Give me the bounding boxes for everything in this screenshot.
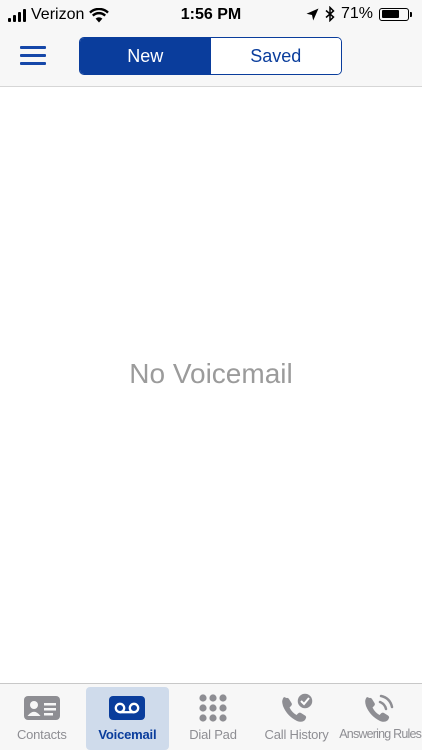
- voicemail-segmented-control: New Saved: [79, 37, 342, 75]
- tab-contacts[interactable]: Contacts: [0, 684, 84, 750]
- hamburger-menu-icon[interactable]: [20, 46, 46, 66]
- tab-label: Contacts: [16, 727, 67, 742]
- tab-bar: Contacts Voicemail Dial Pad Call History…: [0, 683, 422, 750]
- bluetooth-icon: [325, 6, 335, 22]
- battery-icon: [379, 7, 412, 21]
- segment-new[interactable]: New: [80, 38, 211, 74]
- nav-bar: New Saved: [0, 30, 422, 87]
- segment-saved[interactable]: Saved: [210, 38, 341, 74]
- tab-voicemail[interactable]: Voicemail: [85, 687, 170, 750]
- status-bar: Verizon 1:56 PM 71%: [0, 0, 422, 30]
- answering-rules-icon: [365, 694, 394, 722]
- tab-dial-pad[interactable]: Dial Pad: [171, 684, 255, 750]
- tab-label: Call History: [264, 727, 329, 742]
- tab-answering-rules[interactable]: Answering Rules: [338, 684, 422, 750]
- location-arrow-icon: [306, 8, 319, 20]
- tab-label: Dial Pad: [189, 727, 237, 742]
- battery-percent: 71%: [340, 5, 373, 22]
- empty-state-message: No Voicemail: [129, 358, 293, 389]
- tab-call-history[interactable]: Call History: [255, 684, 339, 750]
- tab-label: Answering Rules: [339, 727, 422, 741]
- call-history-icon: [281, 692, 314, 722]
- battery-fill: [381, 10, 400, 18]
- voicemail-icon: [109, 696, 146, 720]
- dialpad-icon: [199, 694, 227, 722]
- status-right: 71%: [306, 5, 412, 23]
- contact-card-icon: [23, 696, 60, 720]
- tab-label: Voicemail: [98, 727, 157, 742]
